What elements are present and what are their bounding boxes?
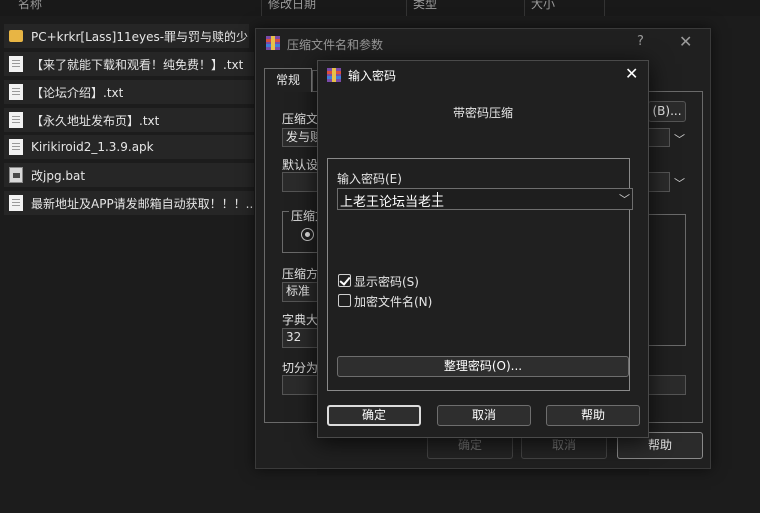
winrar-icon xyxy=(266,36,280,50)
chevron-down-icon[interactable]: ﹀ xyxy=(674,175,685,191)
dialog-heading: 带密码压缩 xyxy=(452,106,513,120)
file-row[interactable]: 【论坛介绍】.txt xyxy=(4,80,254,104)
folder-icon xyxy=(9,30,23,42)
options-group xyxy=(648,214,686,346)
file-row[interactable]: 【来了就能下载和观看！纯免费！】.txt xyxy=(4,52,254,76)
split-volume-label: 切分为 xyxy=(282,361,319,375)
column-header-modified[interactable]: 修改日期 xyxy=(262,0,407,16)
file-row[interactable]: 【永久地址发布页】.txt xyxy=(4,108,254,132)
dialog-title: 输入密码 xyxy=(348,69,397,83)
encrypt-filenames-label[interactable]: 加密文件名(N) xyxy=(354,293,432,310)
text-file-icon xyxy=(9,195,23,211)
help-icon[interactable]: ? xyxy=(637,34,644,49)
file-list-header: 名称 修改日期 类型 大小 xyxy=(0,0,760,16)
show-password-checkbox[interactable] xyxy=(338,274,351,287)
help-button[interactable]: 帮助 xyxy=(546,405,640,426)
compression-method-label: 压缩方 xyxy=(282,267,319,281)
compression-method-select[interactable]: 标准 xyxy=(282,282,318,302)
file-row[interactable]: PC+krkr[Lass]11eyes-罪与罚与赎的少... xyxy=(4,24,249,48)
file-row[interactable]: 最新地址及APP请发邮箱自动获取！！！... xyxy=(4,191,254,215)
archive-name-input[interactable]: 发与赎 xyxy=(282,128,318,147)
show-password-label[interactable]: 显示密码(S) xyxy=(354,273,419,290)
file-name: 【来了就能下载和观看！纯免费！】.txt xyxy=(31,57,244,72)
dialog-title: 压缩文件名和参数 xyxy=(287,38,384,52)
file-name: 【永久地址发布页】.txt xyxy=(31,113,160,128)
browse-button[interactable]: (B)... xyxy=(648,101,686,122)
format-radio[interactable] xyxy=(301,228,314,241)
profile-select-tail[interactable] xyxy=(648,172,670,192)
text-file-icon xyxy=(9,84,23,100)
chevron-down-icon[interactable]: ﹀ xyxy=(674,131,685,147)
profile-select[interactable] xyxy=(282,172,318,192)
ok-button[interactable]: 确定 xyxy=(327,405,421,426)
close-icon[interactable]: ✕ xyxy=(679,32,692,51)
batch-file-icon xyxy=(9,167,23,183)
dictionary-size-label: 字典大 xyxy=(282,313,319,327)
file-name: 最新地址及APP请发邮箱自动获取！！！... xyxy=(31,196,254,211)
split-volume-input[interactable] xyxy=(282,375,318,395)
archive-name-input-tail[interactable] xyxy=(648,128,670,147)
text-file-icon xyxy=(9,56,23,72)
text-caret xyxy=(437,192,438,207)
dialog-title-bar[interactable]: 输入密码 ✕ xyxy=(318,61,648,89)
column-header-size[interactable]: 大小 xyxy=(525,0,605,16)
split-volume-input-tail[interactable] xyxy=(648,375,686,395)
encrypt-filenames-checkbox[interactable] xyxy=(338,294,351,307)
file-name: 改jpg.bat xyxy=(31,168,86,183)
archive-name-label: 压缩文 xyxy=(282,112,319,126)
file-name: PC+krkr[Lass]11eyes-罪与罚与赎的少... xyxy=(31,29,249,44)
file-icon xyxy=(9,139,23,155)
file-row[interactable]: 改jpg.bat xyxy=(4,163,254,187)
organize-passwords-button[interactable]: 整理密码(O)... xyxy=(337,356,629,377)
password-input[interactable]: 上老王论坛当老王 ﹀ xyxy=(337,188,633,210)
dialog-title-bar[interactable]: 压缩文件名和参数 ? ✕ xyxy=(256,29,710,57)
dictionary-size-select[interactable]: 32 xyxy=(282,328,318,348)
password-label: 输入密码(E) xyxy=(337,172,402,186)
close-icon[interactable]: ✕ xyxy=(625,64,638,83)
chevron-down-icon[interactable]: ﹀ xyxy=(619,191,630,207)
file-row[interactable]: Kirikiroid2_1.3.9.apk xyxy=(4,135,254,159)
column-header-type[interactable]: 类型 xyxy=(407,0,525,16)
default-settings-label: 默认设 xyxy=(282,158,319,172)
password-value: 上老王论坛当老王 xyxy=(340,195,445,210)
file-name: Kirikiroid2_1.3.9.apk xyxy=(31,140,154,154)
tab-general[interactable]: 常规 xyxy=(264,68,312,92)
column-header-name[interactable]: 名称 xyxy=(12,0,262,16)
cancel-button[interactable]: 取消 xyxy=(437,405,531,426)
password-dialog: 输入密码 ✕ 带密码压缩 输入密码(E) 上老王论坛当老王 ﹀ 显示密码(S) … xyxy=(317,60,649,438)
text-file-icon xyxy=(9,112,23,128)
file-name: 【论坛介绍】.txt xyxy=(31,85,124,100)
winrar-icon xyxy=(327,68,341,82)
